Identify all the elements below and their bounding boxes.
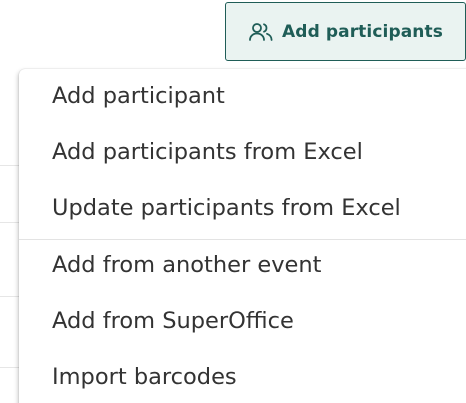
background-row-divider xyxy=(0,296,20,297)
background-row-divider xyxy=(0,165,20,166)
page: Add participants Add participant Add par… xyxy=(0,0,466,403)
add-participants-dropdown-menu: Add participant Add participants from Ex… xyxy=(19,69,466,403)
menu-item-import-barcodes[interactable]: Import barcodes xyxy=(52,364,237,390)
add-participants-label: Add participants xyxy=(282,21,443,42)
menu-item-add-from-superoffice[interactable]: Add from SuperOffice xyxy=(52,308,294,334)
add-participants-button[interactable]: Add participants xyxy=(225,2,466,61)
menu-item-add-participant[interactable]: Add participant xyxy=(52,83,225,109)
menu-divider xyxy=(19,239,466,240)
background-row-divider xyxy=(0,222,20,223)
menu-item-update-participants-from-excel[interactable]: Update participants from Excel xyxy=(52,195,401,221)
menu-item-add-participants-from-excel[interactable]: Add participants from Excel xyxy=(52,139,363,165)
menu-item-add-from-another-event[interactable]: Add from another event xyxy=(52,252,321,278)
users-icon xyxy=(248,21,274,43)
background-row-divider xyxy=(0,367,20,368)
